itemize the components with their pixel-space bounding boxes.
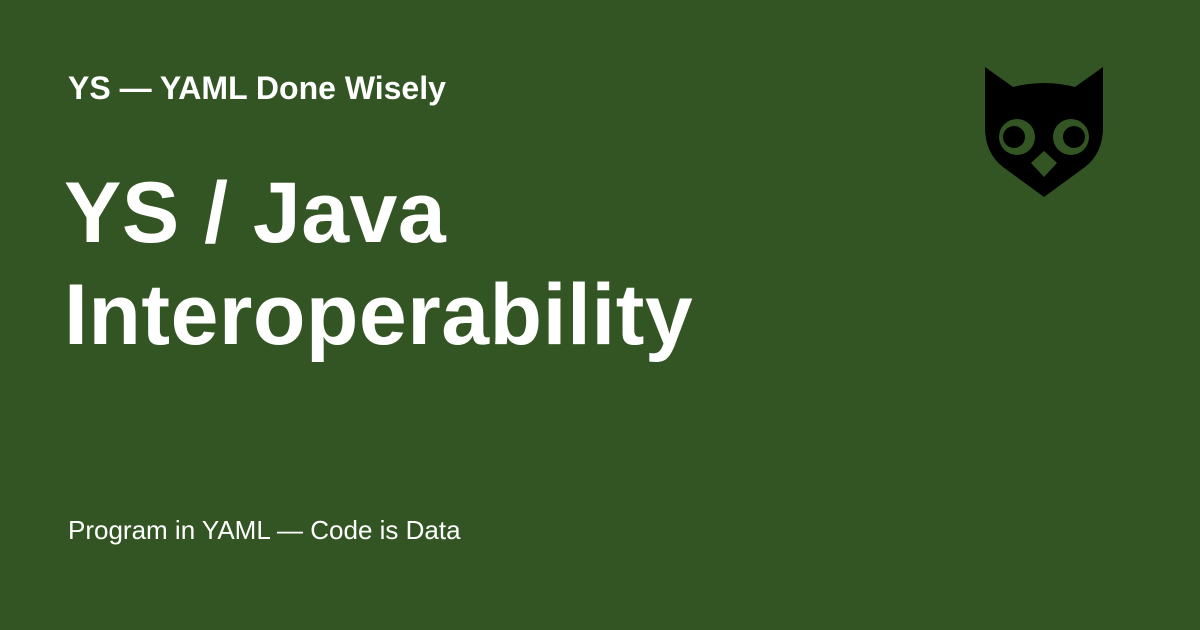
social-card: YS — YAML Done Wisely YS / Java Interope…: [0, 0, 1200, 630]
site-name: YS — YAML Done Wisely: [68, 70, 446, 106]
owl-right-pupil: [1063, 126, 1085, 148]
tagline: Program in YAML — Code is Data: [68, 515, 461, 545]
page-title: YS / Java Interoperability: [64, 162, 924, 366]
page-title-line-1: YS / Java: [64, 165, 447, 261]
owl-icon: [985, 67, 1103, 197]
owl-left-pupil: [1003, 126, 1025, 148]
page-title-line-2: Interoperability: [64, 267, 694, 363]
